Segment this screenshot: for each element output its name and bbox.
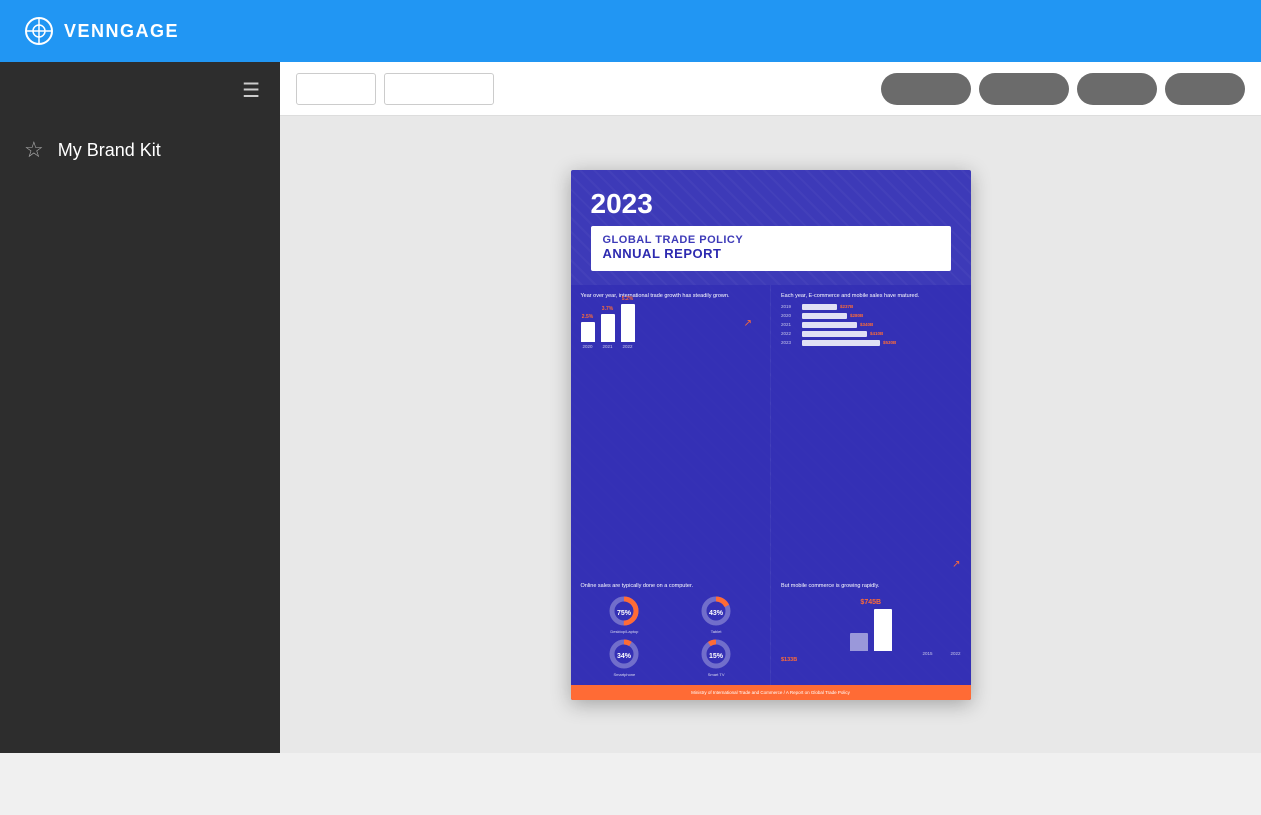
bar-group-2020: 2.5% 2020 (581, 314, 595, 349)
bar-group-2021: 3.7% 2021 (601, 306, 615, 349)
toolbar-button-2[interactable] (979, 73, 1069, 105)
donut-label-smarttv: Smart TV (708, 672, 725, 677)
bar-year-2021: 2021 (602, 344, 612, 349)
donut-item-smartphone: 34% Smartphone (581, 638, 669, 677)
infographic-header: 2023 GLOBAL TRADE POLICY ANNUAL REPORT (571, 170, 971, 285)
donut-item-tablet: 43% Tablet (672, 595, 760, 634)
infographic-title-line1: GLOBAL TRADE POLICY (603, 234, 939, 246)
donut-grid: 75% Desktop/Laptop 43% Tablet (581, 595, 761, 677)
hbar-row-2020: 2020 $280B (781, 313, 961, 319)
growth-chart-panel: But mobile commerce is growing rapidly. … (771, 575, 971, 684)
svg-text:34%: 34% (617, 653, 632, 660)
hbar-row-2019: 2019 $237B (781, 304, 961, 310)
canvas-area: 2023 GLOBAL TRADE POLICY ANNUAL REPORT Y… (280, 116, 1261, 753)
toolbar (280, 62, 1261, 116)
right-chart-title: Each year, E-commerce and mobile sales h… (781, 293, 961, 300)
toolbar-input-1[interactable] (296, 73, 376, 105)
bar-col-2021 (601, 314, 615, 342)
hbar-fill-2020 (802, 313, 847, 319)
trend-arrow-icon: ↗ (744, 318, 752, 329)
brand-kit-nav-item[interactable]: ☆ My Brand Kit (0, 119, 280, 181)
bar-col-2022 (621, 304, 635, 342)
logo-text: VENNGAGE (64, 21, 179, 42)
donut-label-smartphone: Smartphone (613, 672, 635, 677)
hbar-row-2022: 2022 $410B (781, 331, 961, 337)
growth-chart-title: But mobile commerce is growing rapidly. (781, 583, 961, 590)
toolbar-button-4[interactable] (1165, 73, 1245, 105)
growth-val-bottom: $133B (781, 657, 797, 663)
top-charts: Year over year, international trade grow… (571, 285, 971, 576)
growth-bars (781, 606, 961, 651)
navbar: VENNGAGE (0, 0, 1261, 62)
growth-year-2015: 2015 (922, 651, 932, 656)
hbar-row-2021: 2021 $340B (781, 322, 961, 328)
donut-chart-smarttv: 15% (700, 638, 732, 670)
star-icon: ☆ (24, 137, 44, 163)
toolbar-button-3[interactable] (1077, 73, 1157, 105)
donut-chart-smartphone: 34% (608, 638, 640, 670)
layout: ☰ ☆ My Brand Kit 2023 GLOBAL (0, 62, 1261, 753)
growth-arrow-icon: ↗ (952, 559, 960, 570)
hbar-row-2023: 2023 $530B (781, 340, 961, 346)
left-chart-title: Year over year, international trade grow… (581, 293, 761, 300)
growth-year-2022: 2022 (950, 651, 960, 656)
bar-pct-2020: 2.5% (582, 314, 593, 320)
bar-col-2020 (581, 322, 595, 342)
growth-chart: $745B 2015 2022 (781, 595, 961, 663)
growth-bar-2015 (850, 633, 868, 651)
footer-text: Ministry of International Trade and Comm… (581, 690, 961, 695)
hbar-fill-2022 (802, 331, 867, 337)
left-bar-chart-panel: Year over year, international trade grow… (571, 285, 771, 576)
bar-year-2020: 2020 (582, 344, 592, 349)
right-hbar-chart-panel: Each year, E-commerce and mobile sales h… (771, 285, 971, 576)
brand-kit-label: My Brand Kit (58, 140, 161, 161)
bar-pct-2022: 5.2% (622, 296, 633, 302)
svg-text:43%: 43% (709, 610, 724, 617)
growth-val-top: $745B (860, 599, 881, 606)
main-content: 2023 GLOBAL TRADE POLICY ANNUAL REPORT Y… (280, 62, 1261, 753)
left-bar-chart: 2.5% 2020 3.7% 2021 5.2% (581, 304, 761, 349)
toolbar-input-2[interactable] (384, 73, 494, 105)
horizontal-bar-chart: 2019 $237B 2020 $280B 2021 (781, 304, 961, 346)
bar-year-2022: 2022 (622, 344, 632, 349)
growth-bar-years: 2015 2022 (922, 651, 960, 656)
bar-group-2022: 5.2% 2022 (621, 296, 635, 349)
infographic-title-line2: ANNUAL REPORT (603, 246, 939, 261)
hbar-fill-2021 (802, 322, 857, 328)
sidebar-header: ☰ (0, 62, 280, 119)
infographic-footer: Ministry of International Trade and Comm… (571, 685, 971, 700)
toolbar-button-1[interactable] (881, 73, 971, 105)
donut-item-desktop: 75% Desktop/Laptop (581, 595, 669, 634)
sidebar: ☰ ☆ My Brand Kit (0, 62, 280, 753)
donut-item-smarttv: 15% Smart TV (672, 638, 760, 677)
donut-label-desktop: Desktop/Laptop (610, 629, 638, 634)
infographic-preview: 2023 GLOBAL TRADE POLICY ANNUAL REPORT Y… (571, 170, 971, 700)
svg-text:75%: 75% (617, 610, 632, 617)
infographic-title-box: GLOBAL TRADE POLICY ANNUAL REPORT (591, 226, 951, 271)
svg-text:15%: 15% (709, 653, 724, 660)
donut-chart-title: Online sales are typically done on a com… (581, 583, 761, 590)
infographic-year: 2023 (591, 188, 951, 220)
hamburger-icon[interactable]: ☰ (242, 78, 260, 103)
donut-chart-desktop: 75% (608, 595, 640, 627)
venngage-logo-icon (24, 16, 54, 46)
donut-chart-tablet: 43% (700, 595, 732, 627)
donut-label-tablet: Tablet (711, 629, 722, 634)
donut-charts-panel: Online sales are typically done on a com… (571, 575, 771, 684)
hbar-fill-2023 (802, 340, 880, 346)
growth-bar-2022 (874, 609, 892, 651)
hbar-fill-2019 (802, 304, 837, 310)
logo-area: VENNGAGE (24, 16, 179, 46)
bottom-charts: Online sales are typically done on a com… (571, 575, 971, 684)
bar-pct-2021: 3.7% (602, 306, 613, 312)
